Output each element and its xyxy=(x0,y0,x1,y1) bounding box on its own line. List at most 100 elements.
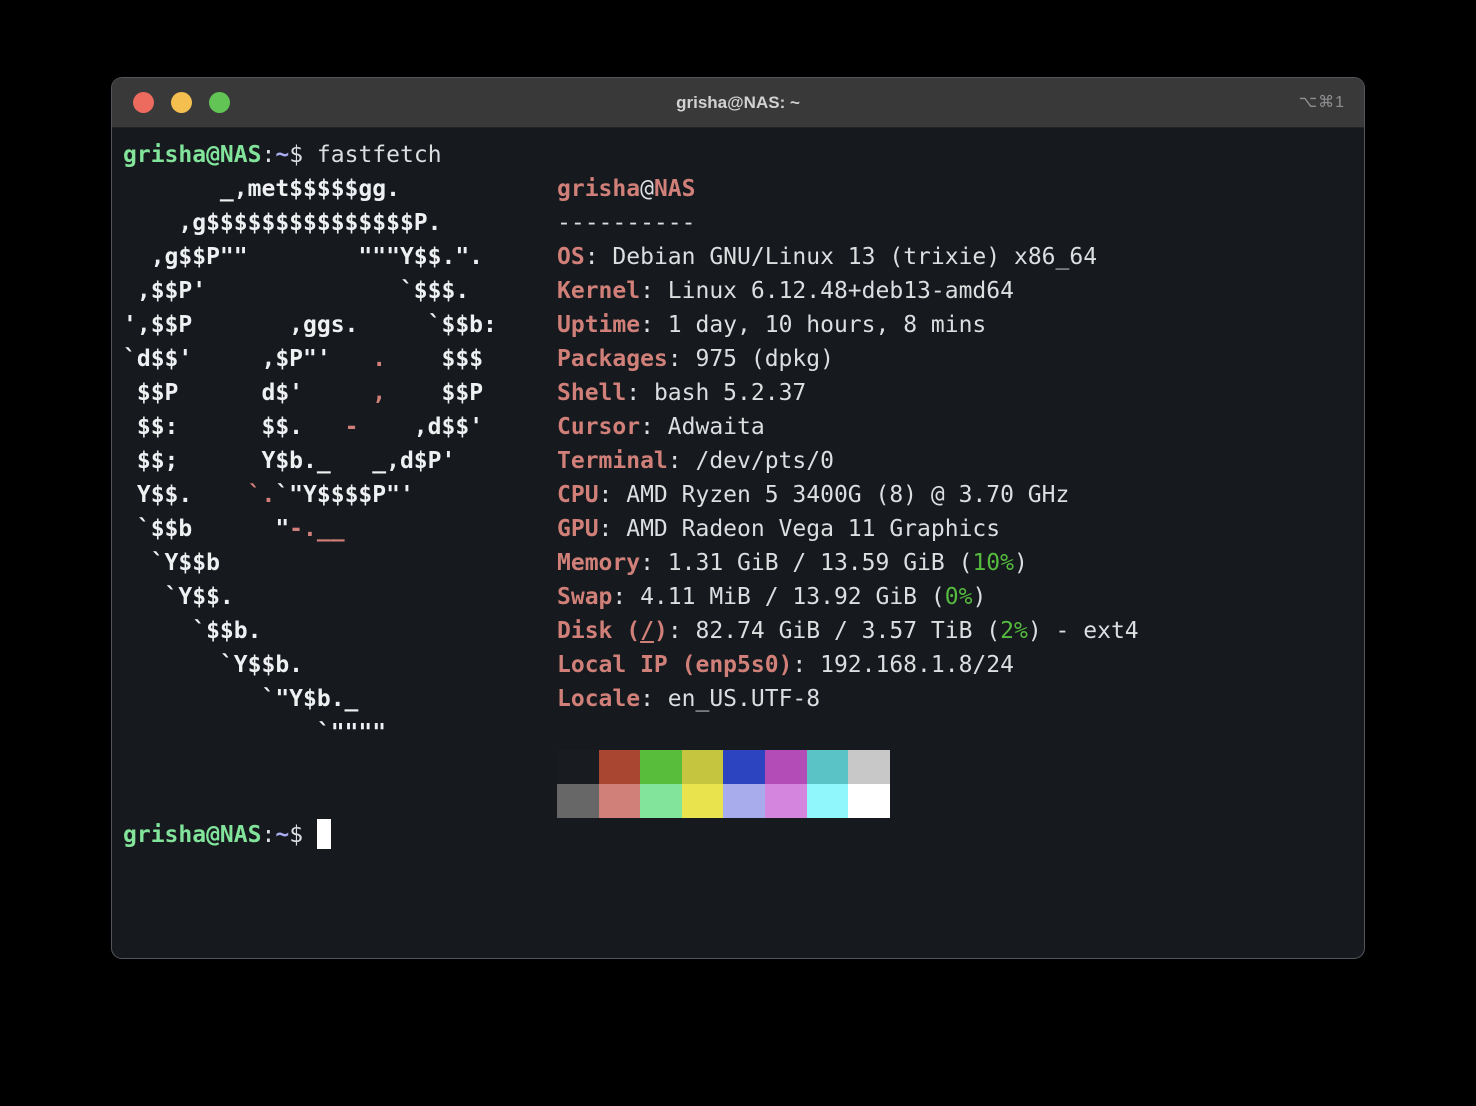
info-line: CPU: AMD Ryzen 5 3400G (8) @ 3.70 GHz xyxy=(557,478,1364,512)
info-line: Uptime: 1 day, 10 hours, 8 mins xyxy=(557,308,1364,342)
text-segment: ,g$$$$$$$$$$$$$$$P. xyxy=(123,210,442,236)
info-line: grisha@NAS xyxy=(557,172,1364,206)
text-segment: `"""" xyxy=(123,720,386,746)
text-segment: Shell xyxy=(557,380,626,406)
text-segment: Packages xyxy=(557,346,668,372)
prompt-path: ~ xyxy=(275,822,289,848)
info-line: Disk (/): 82.74 GiB / 3.57 TiB (2%) - ex… xyxy=(557,614,1364,648)
text-segment: `Y$$. xyxy=(123,584,234,610)
text-segment: . xyxy=(372,346,386,372)
text-segment: 0% xyxy=(945,584,973,610)
color-palette-row-normal xyxy=(557,750,1364,784)
prompt-user: grisha@NAS xyxy=(123,822,261,848)
text-segment: ,d$$' xyxy=(358,414,483,440)
text-segment: ,$$P' `$$$. xyxy=(123,278,469,304)
text-segment: - xyxy=(345,414,359,440)
text-segment: : AMD Radeon Vega 11 Graphics xyxy=(599,516,1001,542)
palette-swatch xyxy=(682,750,724,784)
text-segment: $$P d$' xyxy=(123,380,372,406)
text-segment: ---------- xyxy=(557,210,695,236)
prompt-path: ~ xyxy=(275,142,289,168)
prompt-line: grisha@NAS:~$ xyxy=(123,818,1364,852)
info-line: Local IP (enp5s0): 192.168.1.8/24 xyxy=(557,648,1364,682)
info-line: Locale: en_US.UTF-8 xyxy=(557,682,1364,716)
text-segment: 2% xyxy=(1000,618,1028,644)
terminal-screen[interactable]: grisha@NAS:~$ fastfetch _,met$$$$$gg. ,g… xyxy=(112,128,1364,958)
text-segment: : Adwaita xyxy=(640,414,765,440)
palette-swatch xyxy=(557,784,599,818)
text-segment: : 192.168.1.8/24 xyxy=(792,652,1014,678)
text-segment: : 975 (dpkg) xyxy=(668,346,834,372)
text-segment: `$$b " xyxy=(123,516,289,542)
text-segment: `. xyxy=(248,482,276,508)
text-segment: : /dev/pts/0 xyxy=(668,448,834,474)
text-segment: : bash 5.2.37 xyxy=(626,380,806,406)
fastfetch-output: _,met$$$$$gg. ,g$$$$$$$$$$$$$$$P. ,g$$P"… xyxy=(123,172,1364,818)
text-segment: ) xyxy=(972,584,986,610)
text-segment: 10% xyxy=(972,550,1014,576)
palette-swatch xyxy=(723,784,765,818)
ascii-art-line: ',$$P ,ggs. `$$b: xyxy=(123,308,557,342)
terminal-window: grisha@NAS: ~ ⌥⌘1 grisha@NAS:~$ fastfetc… xyxy=(112,78,1364,958)
info-line: Terminal: /dev/pts/0 xyxy=(557,444,1364,478)
prompt-colon: : xyxy=(261,142,275,168)
ascii-art-line: `Y$$b. xyxy=(123,648,557,682)
info-line: ---------- xyxy=(557,206,1364,240)
color-palette-row-bright xyxy=(557,784,1364,818)
text-segment: `Y$$b xyxy=(123,550,220,576)
ascii-art-line: Y$$. `.`"Y$$$$P"' xyxy=(123,478,557,512)
text-segment: Swap xyxy=(557,584,612,610)
ascii-art-line: `$$b "-.__ xyxy=(123,512,557,546)
traffic-lights xyxy=(133,92,230,113)
ascii-art-line: _,met$$$$$gg. xyxy=(123,172,557,206)
fastfetch-ascii-logo: _,met$$$$$gg. ,g$$$$$$$$$$$$$$$P. ,g$$P"… xyxy=(123,172,557,750)
text-segment: ,g$$P"" """Y$$.". xyxy=(123,244,483,270)
text-segment: : 1 day, 10 hours, 8 mins xyxy=(640,312,986,338)
ascii-art-line: ,g$$$$$$$$$$$$$$$P. xyxy=(123,206,557,240)
fastfetch-info: grisha@NAS ---------- OS: Debian GNU/Linux… xyxy=(557,172,1364,818)
text-segment: : Debian GNU/Linux 13 (trixie) x86_64 xyxy=(585,244,1097,270)
text-segment: GPU xyxy=(557,516,599,542)
ascii-art-line: `"Y$b._ xyxy=(123,682,557,716)
minimize-button[interactable] xyxy=(171,92,192,113)
terminal-cursor[interactable] xyxy=(317,819,331,849)
prompt-colon: : xyxy=(261,822,275,848)
command-line: grisha@NAS:~$ fastfetch xyxy=(123,138,1364,172)
text-segment: ',$$P ,ggs. `$$b: xyxy=(123,312,497,338)
blank-line xyxy=(557,716,1364,750)
text-segment: OS xyxy=(557,244,585,270)
palette-swatch xyxy=(765,784,807,818)
palette-swatch xyxy=(807,750,849,784)
text-segment: `"Y$$$$P"' xyxy=(275,482,413,508)
text-segment: `Y$$b. xyxy=(123,652,303,678)
palette-swatch xyxy=(723,750,765,784)
info-line: Memory: 1.31 GiB / 13.59 GiB (10%) xyxy=(557,546,1364,580)
text-segment: $$; Y$b._ _,d$P' xyxy=(123,448,455,474)
info-line: OS: Debian GNU/Linux 13 (trixie) x86_64 xyxy=(557,240,1364,274)
info-line: Packages: 975 (dpkg) xyxy=(557,342,1364,376)
text-segment: : Linux 6.12.48+deb13-amd64 xyxy=(640,278,1014,304)
ascii-art-line: ,g$$P"" """Y$$.". xyxy=(123,240,557,274)
window-title: grisha@NAS: ~ xyxy=(112,93,1364,113)
text-segment: CPU xyxy=(557,482,599,508)
text-segment: Terminal xyxy=(557,448,668,474)
ascii-art-line: $$P d$' , $$P xyxy=(123,376,557,410)
text-segment: Local IP (enp5s0) xyxy=(557,652,792,678)
palette-swatch xyxy=(640,750,682,784)
ascii-art-line: $$; Y$b._ _,d$P' xyxy=(123,444,557,478)
ascii-art-line: ,$$P' `$$$. xyxy=(123,274,557,308)
text-segment: : 82.74 GiB / 3.57 TiB ( xyxy=(668,618,1000,644)
palette-swatch xyxy=(599,784,641,818)
window-titlebar[interactable]: grisha@NAS: ~ ⌥⌘1 xyxy=(112,78,1364,128)
text-segment: Memory xyxy=(557,550,640,576)
ascii-art-line: `$$b. xyxy=(123,614,557,648)
close-button[interactable] xyxy=(133,92,154,113)
text-segment: `$$b. xyxy=(123,618,261,644)
text-segment: Y$$. xyxy=(123,482,248,508)
zoom-button[interactable] xyxy=(209,92,230,113)
ascii-art-line: `"""" xyxy=(123,716,557,750)
text-segment: Kernel xyxy=(557,278,640,304)
command-text: fastfetch xyxy=(317,142,442,168)
text-segment: / xyxy=(640,618,654,644)
palette-swatch xyxy=(848,784,890,818)
